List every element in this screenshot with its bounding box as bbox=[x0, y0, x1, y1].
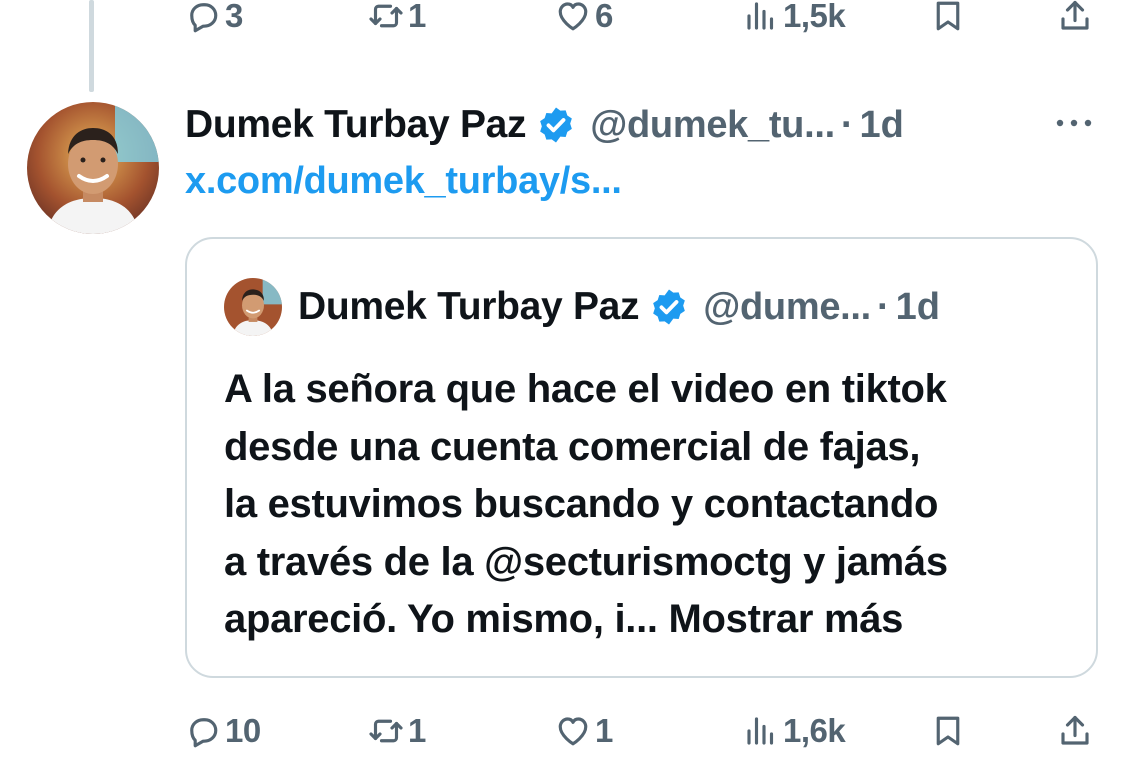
quoted-tweet-header: Dumek Turbay Paz @dume... · 1d bbox=[224, 277, 940, 337]
quoted-tweet-card[interactable]: Dumek Turbay Paz @dume... · 1d A la seño… bbox=[185, 237, 1098, 678]
reply-count: 10 bbox=[225, 712, 261, 749]
share-icon bbox=[1061, 715, 1089, 745]
author-avatar-image bbox=[27, 102, 159, 234]
verified-badge-icon bbox=[540, 107, 573, 143]
meta-separator: · bbox=[840, 103, 854, 146]
tweet-link[interactable]: x.com/dumek_turbay/s... bbox=[185, 160, 622, 203]
more-options-icon[interactable] bbox=[1052, 110, 1096, 136]
views-icon bbox=[747, 717, 774, 745]
share-button[interactable] bbox=[1057, 0, 1093, 36]
reply-icon bbox=[190, 718, 218, 748]
repost-icon bbox=[369, 719, 403, 743]
views-count: 1,5k bbox=[783, 0, 846, 34]
tweet-action-bar: 10 1 1 1,6k bbox=[185, 711, 1095, 751]
author-name[interactable]: Dumek Turbay Paz bbox=[185, 103, 527, 147]
repost-button[interactable]: 1 bbox=[368, 0, 426, 36]
quoted-text-line: la estuvimos buscando y contactando bbox=[224, 482, 939, 526]
quoted-text-last-line: apareció. Yo mismo, i... Mostrar más bbox=[224, 591, 1074, 649]
quoted-text-line: A la señora que hace el video en tiktok bbox=[224, 367, 947, 411]
reply-icon bbox=[190, 3, 218, 33]
bookmark-icon bbox=[936, 716, 960, 746]
quoted-author-avatar bbox=[224, 278, 282, 336]
tweet-timestamp[interactable]: 1d bbox=[860, 104, 904, 147]
quoted-author-name: Dumek Turbay Paz bbox=[298, 285, 640, 328]
quoted-author-avatar-image bbox=[224, 278, 282, 336]
repost-count: 1 bbox=[408, 712, 426, 749]
views-count: 1,6k bbox=[783, 712, 846, 749]
verified-badge-icon bbox=[653, 289, 686, 325]
bookmark-button[interactable] bbox=[930, 0, 966, 36]
views-button[interactable]: 1,5k bbox=[743, 0, 846, 36]
like-icon bbox=[558, 2, 588, 31]
reply-button[interactable]: 3 bbox=[185, 0, 243, 36]
share-button[interactable] bbox=[1057, 711, 1093, 751]
quoted-text-line: a través de la @secturismoctg y jamás bbox=[224, 539, 948, 584]
bookmark-button[interactable] bbox=[930, 711, 966, 751]
author-avatar[interactable] bbox=[27, 102, 159, 234]
like-count: 1 bbox=[595, 712, 613, 749]
tweet-header: Dumek Turbay Paz @dumek_tu... · 1d bbox=[185, 100, 904, 150]
author-handle[interactable]: @dumek_tu... bbox=[590, 104, 835, 147]
quoted-author-handle: @dume... bbox=[703, 285, 871, 328]
previous-tweet-action-bar: 3 1 6 1,5k bbox=[185, 0, 1095, 36]
like-button[interactable]: 6 bbox=[555, 0, 613, 36]
quoted-text-truncated: apareció. Yo mismo, i... bbox=[224, 597, 658, 641]
like-button[interactable]: 1 bbox=[555, 711, 613, 751]
reply-button[interactable]: 10 bbox=[185, 711, 261, 751]
like-icon bbox=[558, 717, 588, 746]
quoted-tweet-text: A la señora que hace el video en tiktok … bbox=[224, 361, 1074, 649]
share-icon bbox=[1061, 0, 1089, 30]
quoted-text-line: desde una cuenta comercial de fajas, bbox=[224, 424, 921, 469]
bookmark-icon bbox=[936, 1, 960, 31]
show-more-link[interactable]: Mostrar más bbox=[669, 597, 904, 641]
repost-icon bbox=[369, 4, 403, 28]
quoted-tweet-timestamp: 1d bbox=[895, 285, 940, 328]
reply-count: 3 bbox=[225, 0, 243, 34]
like-count: 6 bbox=[595, 0, 613, 34]
thread-connector-line bbox=[89, 0, 94, 92]
repost-button[interactable]: 1 bbox=[368, 711, 426, 751]
repost-count: 1 bbox=[408, 0, 426, 34]
views-icon bbox=[747, 2, 774, 30]
views-button[interactable]: 1,6k bbox=[743, 711, 846, 751]
quoted-meta-separator: · bbox=[876, 285, 890, 328]
